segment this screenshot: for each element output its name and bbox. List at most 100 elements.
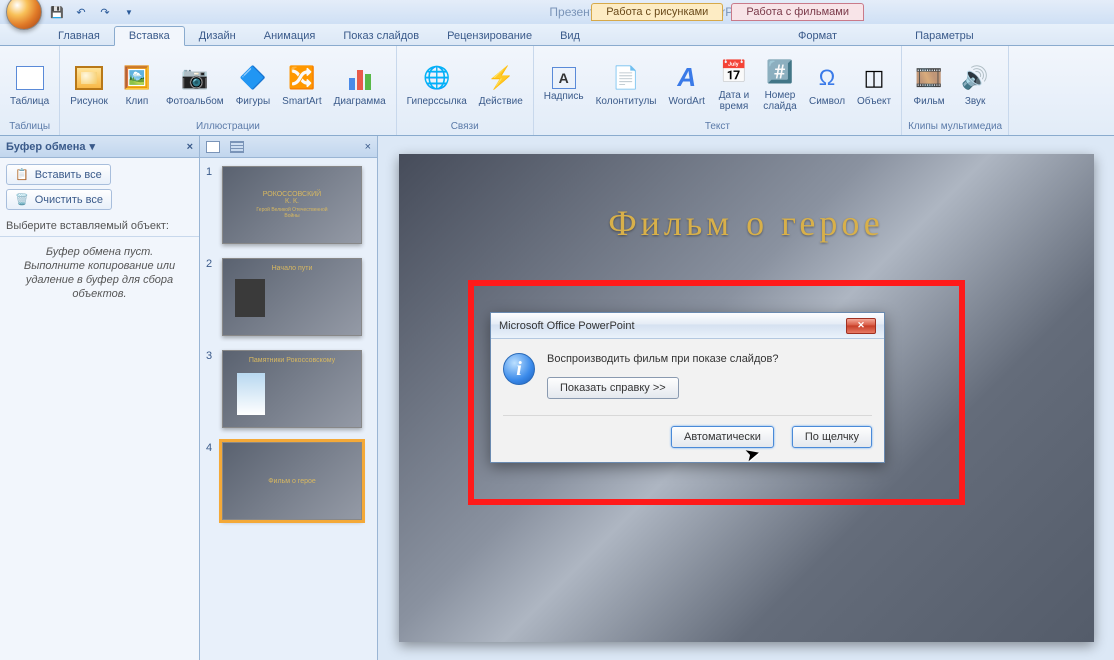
group-illustrations-label: Иллюстрации bbox=[66, 120, 389, 133]
clip-button[interactable]: 🖼️ Клип bbox=[116, 60, 158, 109]
group-illustrations: Рисунок 🖼️ Клип 📷Фотоальбом 🔷 Фигуры 🔀Smar… bbox=[60, 46, 396, 135]
slide-thumb-3[interactable]: Памятники Рокоссовскому bbox=[222, 350, 362, 428]
datetime-button[interactable]: 📅Дата и время bbox=[713, 54, 755, 114]
picture-button[interactable]: Рисунок bbox=[66, 60, 112, 109]
thumb-number: 1 bbox=[206, 166, 216, 244]
smartart-button[interactable]: 🔀SmartArt bbox=[278, 60, 325, 109]
thumb-row-2: 2 Начало пути bbox=[206, 258, 371, 336]
slidenum-icon: #️⃣ bbox=[764, 56, 796, 88]
clear-all-button[interactable]: 🗑️Очистить все bbox=[6, 189, 112, 210]
group-media: 🎞️Фильм 🔊 Звук Клипы мультимедиа bbox=[902, 46, 1009, 135]
tab-insert[interactable]: Вставка bbox=[114, 26, 185, 46]
thumb-title: Памятники Рокоссовскому bbox=[249, 357, 335, 364]
tab-design[interactable]: Дизайн bbox=[185, 27, 250, 45]
sound-button[interactable]: 🔊 Звук bbox=[954, 60, 996, 109]
group-tables-label: Таблицы bbox=[6, 120, 53, 133]
wordart-button[interactable]: AWordArt bbox=[664, 60, 709, 109]
show-help-button[interactable]: Показать справку >> bbox=[547, 377, 679, 399]
movie-button[interactable]: 🎞️Фильм bbox=[908, 60, 950, 109]
object-button[interactable]: ◫ Объект bbox=[853, 60, 895, 109]
picture-icon bbox=[73, 62, 105, 94]
undo-icon[interactable]: ↶ bbox=[72, 3, 90, 21]
slide-thumb-2[interactable]: Начало пути bbox=[222, 258, 362, 336]
paste-all-button[interactable]: 📋 Вставить все bbox=[6, 164, 111, 185]
photoalbum-icon: 📷 bbox=[179, 62, 211, 94]
outline-tab-icon[interactable] bbox=[230, 141, 244, 153]
automatically-button[interactable]: Автоматически bbox=[671, 426, 774, 448]
tab-parameters[interactable]: Параметры bbox=[901, 27, 988, 45]
tab-view[interactable]: Вид bbox=[546, 27, 594, 45]
paste-all-label: Вставить все bbox=[35, 169, 102, 181]
tab-format[interactable]: Формат bbox=[784, 27, 851, 45]
slide-thumb-1[interactable]: РОКОССОВСКИЙ К. К. Герой Великой Отечест… bbox=[222, 166, 362, 244]
symbol-button[interactable]: Ω Символ bbox=[805, 60, 849, 109]
thumb-subtitle: Герой Великой Отечественной Войны bbox=[256, 207, 327, 219]
tab-review[interactable]: Рецензирование bbox=[433, 27, 546, 45]
on-click-button[interactable]: По щелчку bbox=[792, 426, 872, 448]
picture-tools-tab[interactable]: Работа с рисунками bbox=[591, 3, 723, 21]
paste-icon: 📋 bbox=[15, 168, 29, 181]
smartart-label: SmartArt bbox=[282, 96, 321, 107]
hyperlink-button[interactable]: 🌐 Гиперссылка bbox=[403, 60, 471, 109]
ribbon-tabs: Главная Вставка Дизайн Анимация Показ сл… bbox=[0, 24, 1114, 46]
dialog-message: Воспроизводить фильм при показе слайдов? bbox=[547, 353, 872, 365]
sound-label: Звук bbox=[965, 96, 986, 107]
symbol-icon: Ω bbox=[811, 62, 843, 94]
slides-tab-icon[interactable] bbox=[206, 141, 220, 153]
slide-title-text: Фильм о герое bbox=[399, 202, 1094, 244]
action-button[interactable]: ⚡Действие bbox=[475, 60, 527, 109]
hyperlink-icon: 🌐 bbox=[421, 62, 453, 94]
slides-pane-header: × bbox=[200, 136, 377, 158]
table-button[interactable]: Таблица bbox=[6, 60, 53, 109]
clip-label: Клип bbox=[126, 96, 149, 107]
chart-icon bbox=[344, 62, 376, 94]
tab-slideshow[interactable]: Показ слайдов bbox=[329, 27, 433, 45]
redo-icon[interactable]: ↷ bbox=[96, 3, 114, 21]
thumb-number: 2 bbox=[206, 258, 216, 336]
movie-tools-tab[interactable]: Работа с фильмами bbox=[731, 3, 864, 21]
thumb-number: 4 bbox=[206, 442, 216, 520]
table-icon bbox=[14, 62, 46, 94]
slidenum-button[interactable]: #️⃣Номер слайда bbox=[759, 54, 801, 114]
movie-label: Фильм bbox=[914, 96, 945, 107]
headerfooter-button[interactable]: 📄Колонтитулы bbox=[592, 60, 661, 109]
clipboard-pane: Буфер обмена ▾ × 📋Вставить все 🗑️Очистит… bbox=[0, 136, 200, 660]
textbox-button[interactable]: AНадпись bbox=[540, 65, 588, 104]
chart-label: Диаграмма bbox=[334, 96, 386, 107]
dialog-close-button[interactable]: ✕ bbox=[846, 318, 876, 334]
slide-thumb-4[interactable]: Фильм о герое bbox=[222, 442, 362, 520]
group-links: 🌐 Гиперссылка ⚡Действие Связи bbox=[397, 46, 534, 135]
title-bar: 💾 ↶ ↷ ▼ Презентация1 - Microsoft PowerPo… bbox=[0, 0, 1114, 24]
object-label: Объект bbox=[857, 96, 891, 107]
dialog-titlebar[interactable]: Microsoft Office PowerPoint ✕ bbox=[491, 313, 884, 339]
symbol-label: Символ bbox=[809, 96, 845, 107]
clipboard-buttons: 📋 Вставить все 🗑️Очистить все bbox=[0, 158, 199, 216]
dialog-footer: Автоматически По щелчку bbox=[491, 416, 884, 462]
chart-button[interactable]: Диаграмма bbox=[330, 60, 390, 109]
sound-icon: 🔊 bbox=[959, 62, 991, 94]
clipboard-close-icon[interactable]: × bbox=[187, 141, 193, 153]
thumb-image bbox=[237, 373, 265, 415]
qat-dropdown-icon[interactable]: ▼ bbox=[120, 3, 138, 21]
group-links-label: Связи bbox=[403, 120, 527, 133]
slides-pane-close-icon[interactable]: × bbox=[365, 141, 371, 153]
clipboard-options-icon[interactable]: ▾ bbox=[90, 140, 96, 153]
thumb-image bbox=[235, 279, 265, 317]
object-icon: ◫ bbox=[858, 62, 890, 94]
tab-animations[interactable]: Анимация bbox=[250, 27, 330, 45]
group-media-label: Клипы мультимедиа bbox=[908, 120, 1002, 133]
thumb-title: Начало пути bbox=[272, 265, 313, 272]
save-icon[interactable]: 💾 bbox=[48, 3, 66, 21]
dialog-body: i Воспроизводить фильм при показе слайдо… bbox=[491, 339, 884, 403]
shapes-label: Фигуры bbox=[236, 96, 270, 107]
shapes-icon: 🔷 bbox=[237, 62, 269, 94]
shapes-button[interactable]: 🔷 Фигуры bbox=[232, 60, 274, 109]
clipboard-choose-label: Выберите вставляемый объект: bbox=[0, 216, 199, 237]
group-text-label: Текст bbox=[540, 120, 895, 133]
group-text: AНадпись 📄Колонтитулы AWordArt 📅Дата и в… bbox=[534, 46, 902, 135]
photoalbum-button[interactable]: 📷Фотоальбом bbox=[162, 60, 228, 109]
hyperlink-label: Гиперссылка bbox=[407, 96, 467, 107]
tab-home[interactable]: Главная bbox=[44, 27, 114, 45]
table-label: Таблица bbox=[10, 96, 49, 107]
clip-icon: 🖼️ bbox=[121, 62, 153, 94]
